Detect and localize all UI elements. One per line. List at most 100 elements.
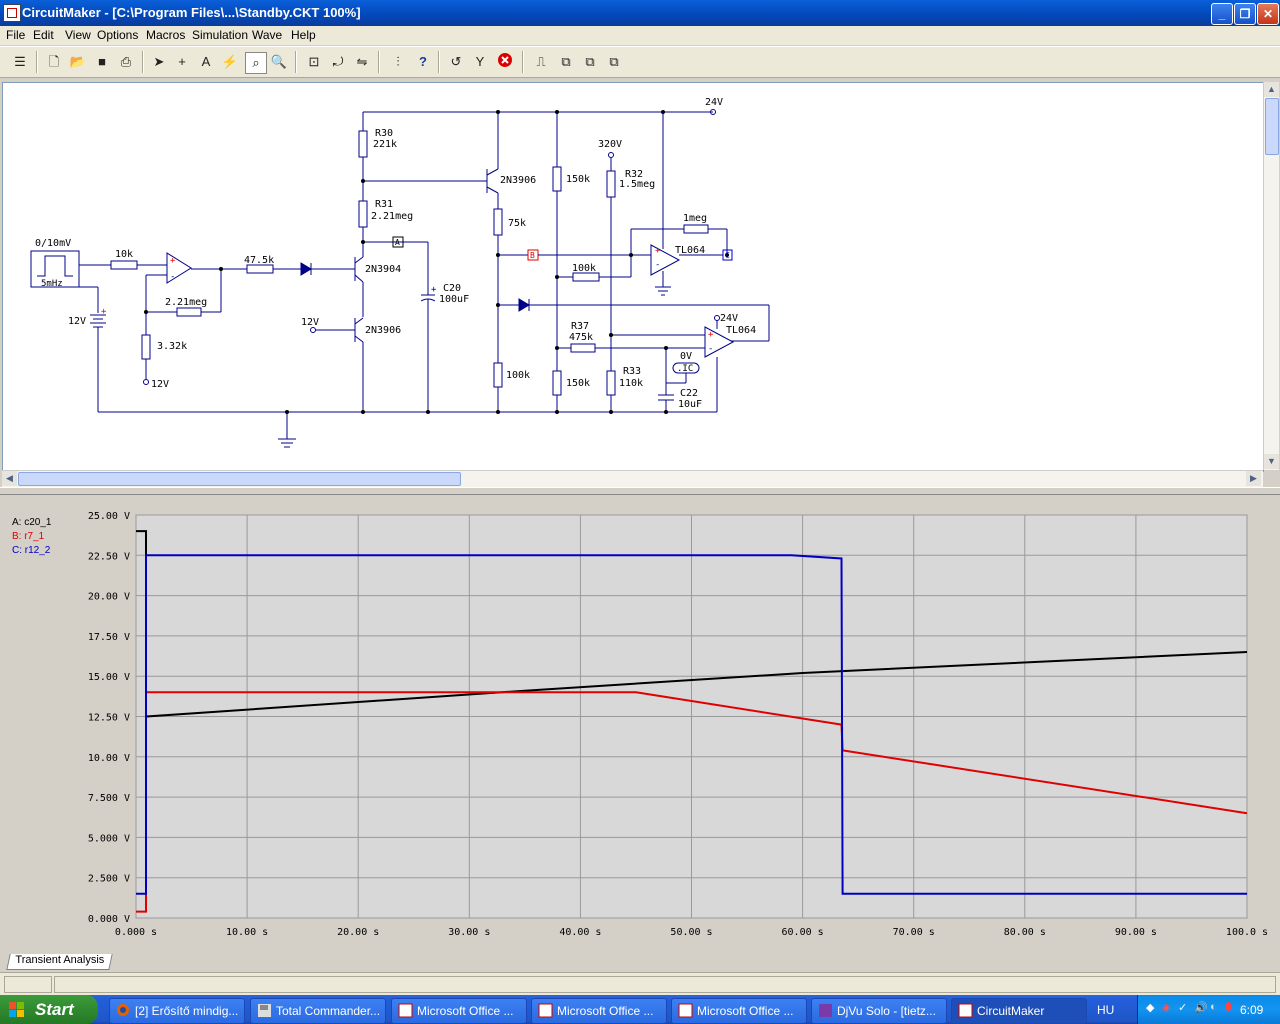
label-src: 0/10mV (35, 238, 71, 249)
scroll-up-icon[interactable]: ▲ (1264, 82, 1279, 97)
task-djvu[interactable]: DjVu Solo - [tietz... (811, 998, 947, 1024)
close-button[interactable]: ✕ (1257, 3, 1279, 25)
pane-splitter[interactable] (0, 487, 1280, 495)
text-icon[interactable]: A (196, 52, 216, 72)
digital-sim-icon[interactable]: ⫶ (388, 52, 408, 72)
y-tick-label: 20.00 V (88, 592, 130, 603)
app-icon[interactable] (3, 4, 21, 22)
help-icon[interactable]: ? (413, 52, 433, 72)
save-icon[interactable]: ■ (92, 52, 112, 72)
start-button[interactable]: Start (0, 995, 98, 1024)
label-r30: R30 (375, 128, 393, 139)
task-office-3[interactable]: Microsoft Office ... (671, 998, 807, 1024)
pointer-icon[interactable]: ➤ (149, 52, 169, 72)
svg-text:-: - (170, 272, 175, 282)
mirror-icon[interactable]: ⇋ (352, 52, 372, 72)
x-tick-label: 20.00 s (337, 927, 379, 938)
y-tick-label: 12.50 V (88, 713, 130, 724)
svg-text:-: - (655, 260, 660, 270)
menu-view[interactable]: View (65, 28, 91, 42)
y-tick-label: 0.000 V (88, 914, 130, 925)
analysis3-icon[interactable]: ⧉ (604, 52, 624, 72)
horizontal-scrollbar[interactable]: ◀ ▶ (2, 470, 1263, 487)
tray-icon[interactable]: ◆ (1146, 1001, 1154, 1014)
svg-text:+: + (431, 285, 437, 295)
maximize-button[interactable]: ❐ (1234, 3, 1256, 25)
schematic-canvas[interactable]: 0/10mV 5mHz 10k 47.5k 2.21meg 3.32k 12V … (2, 82, 1264, 472)
rotate-icon[interactable]: ⤾ (328, 52, 348, 72)
menu-wave[interactable]: Wave (252, 28, 282, 42)
scroll-right-icon[interactable]: ▶ (1246, 471, 1261, 486)
label-c20: C20 (443, 283, 461, 294)
open-file-icon[interactable]: 📂 (68, 52, 88, 72)
tray-icon[interactable]: ◐ (1210, 1001, 1217, 1013)
bluetooth-icon[interactable]: ⬮ (1225, 1001, 1232, 1014)
print-icon[interactable]: ⎙ (116, 52, 136, 72)
label-batt: 12V (68, 316, 86, 327)
label-q3: 2N3906 (500, 175, 536, 186)
minimize-button[interactable]: _ (1211, 3, 1233, 25)
menu-file[interactable]: File (6, 28, 25, 42)
new-file-icon[interactable]: 🗋 (44, 52, 64, 72)
probe-a-marker: A (395, 238, 400, 247)
analyses-icon[interactable]: ⧉ (556, 52, 576, 72)
menu-macros[interactable]: Macros (146, 28, 185, 42)
task-browser[interactable]: [2] Erősítő mindig... (109, 998, 245, 1024)
label-tl1: TL064 (675, 245, 705, 256)
stop-icon[interactable] (495, 52, 515, 72)
title-bar: CircuitMaker - [C:\Program Files\...\Sta… (0, 0, 1280, 26)
undo-icon[interactable]: ↺ (446, 52, 466, 72)
waveform-pane[interactable]: A: c20_1 B: r7_1 C: r12_2 0.000 s 10.00 s… (2, 495, 1278, 945)
horizontal-scroll-thumb[interactable] (18, 472, 461, 486)
scroll-down-icon[interactable]: ▼ (1264, 454, 1279, 469)
x-tick-label: 10.00 s (226, 927, 268, 938)
label-r31: R31 (375, 199, 393, 210)
menu-edit[interactable]: Edit (33, 28, 54, 42)
label-r150k-b: 150k (566, 378, 590, 389)
tray-icon[interactable]: ◈ (1162, 1001, 1170, 1014)
probe-icon[interactable]: ⚡ (220, 52, 240, 72)
windows-logo-icon (9, 1002, 24, 1017)
tool-icon[interactable]: Y (470, 52, 490, 72)
zoom-icon[interactable]: 🔍 (269, 52, 289, 72)
circuitmaker-icon (958, 1003, 973, 1018)
menu-help[interactable]: Help (291, 28, 316, 42)
tab-transient-analysis[interactable]: Transient Analysis (6, 954, 113, 970)
volume-icon[interactable]: 🔊 (1194, 1001, 1208, 1014)
label-r33v: 110k (619, 378, 643, 389)
menu-options[interactable]: Options (97, 28, 138, 42)
x-tick-label: 50.00 s (670, 927, 712, 938)
language-indicator[interactable]: HU (1097, 1003, 1114, 1017)
fit-icon[interactable]: ⊡ (304, 52, 324, 72)
wire-icon[interactable]: + (172, 52, 192, 72)
task-office-1[interactable]: Microsoft Office ... (391, 998, 527, 1024)
label-r475k: 47.5k (244, 255, 274, 266)
tray-icon[interactable]: ✓ (1178, 1001, 1187, 1014)
x-tick-label: 0.000 s (115, 927, 157, 938)
transient-chart[interactable]: 0.000 s 10.00 s 20.00 s 30.00 s 40.00 s 50.00… (2, 495, 1278, 945)
task-total-commander[interactable]: Total Commander... (250, 998, 386, 1024)
label-r332k: 3.32k (157, 341, 187, 352)
menu-simulation[interactable]: Simulation (192, 28, 248, 42)
schematic-drawing[interactable]: 0/10mV 5mHz 10k 47.5k 2.21meg 3.32k 12V … (3, 83, 1263, 471)
x-tick-label: 80.00 s (1004, 927, 1046, 938)
pan-icon[interactable]: ⌕ (245, 52, 267, 74)
label-v12-bottom: 12V (151, 379, 169, 390)
label-v0: 0V (680, 351, 692, 362)
vertical-scrollbar[interactable]: ▲ ▼ (1263, 82, 1279, 470)
probe-b-marker: B (530, 251, 535, 260)
label-r75k: 75k (508, 218, 526, 229)
run-icon[interactable]: ⎍ (531, 52, 551, 72)
analysis2-icon[interactable]: ⧉ (580, 52, 600, 72)
y-tick-label: 22.50 V (88, 551, 130, 562)
scroll-left-icon[interactable]: ◀ (2, 471, 17, 486)
y-tick-label: 10.00 V (88, 753, 130, 764)
window-title: CircuitMaker - [C:\Program Files\...\Sta… (22, 5, 361, 20)
vertical-scroll-thumb[interactable] (1265, 98, 1279, 155)
task-office-2[interactable]: Microsoft Office ... (531, 998, 667, 1024)
label-r37: R37 (571, 321, 589, 332)
page-setup-icon[interactable]: ☰ (10, 52, 30, 72)
x-tick-label: 70.00 s (893, 927, 935, 938)
label-tl2: TL064 (726, 325, 756, 336)
task-circuitmaker[interactable]: CircuitMaker (951, 998, 1087, 1024)
